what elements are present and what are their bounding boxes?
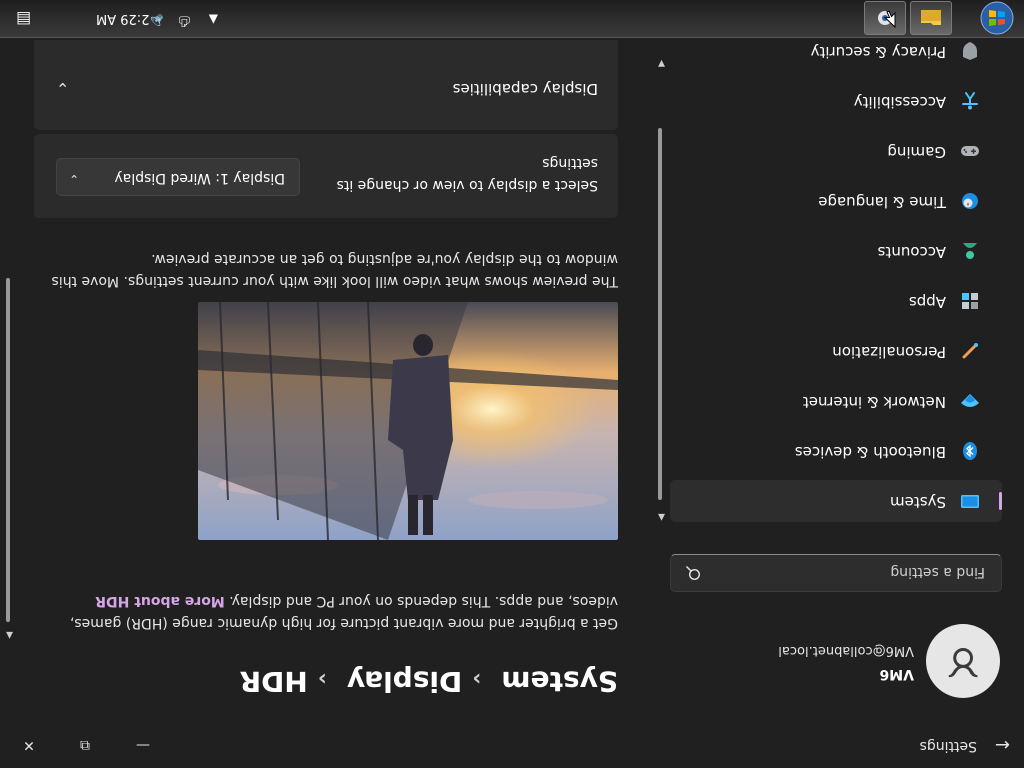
sidebar-item-apps[interactable]: Apps <box>670 280 1002 322</box>
breadcrumb-system[interactable]: System <box>501 665 618 698</box>
chevron-down-icon: ⌄ <box>69 172 80 186</box>
apps-icon <box>962 293 978 309</box>
screen: ← Settings — ⧉ ✕ ♉ VM6 VM6@collabnet.loc… <box>0 0 1024 768</box>
sidebar-item-label: Personalization <box>832 343 946 361</box>
search-input[interactable] <box>713 553 987 591</box>
hdr-description: Get a brighter and more vibrant picture … <box>34 590 618 634</box>
wifi-icon <box>961 394 979 407</box>
sidebar-item-label: Gaming <box>887 143 946 161</box>
select-display-label: Select a display to view or change its s… <box>336 155 598 193</box>
scroll-down-arrow-icon[interactable]: ▼ <box>658 58 665 68</box>
breadcrumb-separator: › <box>317 666 327 691</box>
folder-icon <box>921 10 941 25</box>
back-button[interactable]: ← <box>990 734 1010 755</box>
sidebar-item-label: Network & internet <box>802 393 946 411</box>
display-capabilities-label: Display capabilities <box>452 80 598 98</box>
breadcrumb-display[interactable]: Display <box>347 665 462 698</box>
clock[interactable]: 2:29 AM <box>96 11 149 26</box>
network-icon[interactable]: ⎙ <box>179 13 190 29</box>
scroll-up-arrow-icon[interactable]: ▲ <box>6 630 13 640</box>
person-icon <box>963 243 977 259</box>
search-box[interactable] <box>670 553 1002 592</box>
minimize-button[interactable]: — <box>128 732 158 758</box>
search-icon <box>686 566 701 581</box>
system-tray: ▲ ⎙ 🔈 2:29 AM ▤ <box>0 0 220 37</box>
monitor-icon <box>961 495 979 508</box>
sidebar-item-label: Accounts <box>877 243 946 261</box>
shield-icon <box>963 42 977 60</box>
sidebar-nav: System Bluetooth & devices Network & int… <box>670 22 1002 522</box>
breadcrumb: System › Display › HDR <box>230 665 618 698</box>
taskbar: ▲ ⎙ 🔈 2:29 AM ▤ <box>0 0 1024 38</box>
show-hidden-icons-icon[interactable]: ▲ <box>209 13 218 27</box>
close-button[interactable]: ✕ <box>14 732 44 758</box>
pen-icon <box>962 343 978 359</box>
globe-clock-icon <box>962 193 978 209</box>
title-bar: ← Settings — ⧉ ✕ <box>0 720 1024 768</box>
sidebar-item-gaming[interactable]: Gaming <box>670 130 1002 172</box>
sidebar-item-label: Apps <box>908 293 946 311</box>
sidebar-scrollbar[interactable] <box>658 128 662 500</box>
taskbar-explorer[interactable] <box>910 1 952 35</box>
sidebar-item-accounts[interactable]: Accounts <box>670 230 1002 272</box>
sidebar-item-system[interactable]: System <box>670 480 1002 522</box>
sidebar-item-label: Privacy & security <box>810 43 946 61</box>
sidebar-item-time-language[interactable]: Time & language <box>670 180 1002 222</box>
sidebar-item-network[interactable]: Network & internet <box>670 380 1002 422</box>
breadcrumb-separator: › <box>472 666 482 691</box>
preview-note: The preview shows what video will look l… <box>51 251 619 289</box>
more-about-hdr-link[interactable]: More about HDR <box>95 593 225 609</box>
preview-image <box>198 302 618 540</box>
hdr-preview-video <box>198 302 618 540</box>
bluetooth-icon <box>963 442 977 460</box>
dropdown-value: Display 1: Wired Display <box>114 170 285 186</box>
sidebar-item-bluetooth[interactable]: Bluetooth & devices <box>670 430 1002 472</box>
scroll-up-arrow-icon[interactable]: ▲ <box>658 512 665 522</box>
gamepad-icon <box>961 146 979 156</box>
breadcrumb-hdr: HDR <box>239 665 308 698</box>
user-avatar-icon: ♉ <box>945 638 981 684</box>
app-title: Settings <box>919 738 977 754</box>
select-display-card: Select a display to view or change its s… <box>34 134 618 218</box>
sidebar-item-personalization[interactable]: Personalization <box>670 330 1002 372</box>
sidebar-item-label: System <box>890 493 946 511</box>
windows-start-icon[interactable] <box>976 0 1018 37</box>
main-scrollbar[interactable] <box>6 278 10 622</box>
maximize-button[interactable]: ⧉ <box>70 732 100 758</box>
chevron-down-icon: ⌄ <box>56 79 70 98</box>
active-indicator <box>999 492 1002 510</box>
user-email: VM6@collabnet.local <box>778 643 914 658</box>
display-capabilities-card[interactable]: Display capabilities ⌄ <box>34 40 618 130</box>
user-name: VM6 <box>879 666 914 682</box>
sidebar-item-label: Time & language <box>818 193 946 211</box>
sidebar-item-label: Accessibility <box>853 93 946 111</box>
sidebar-item-label: Bluetooth & devices <box>794 443 946 461</box>
accessibility-icon <box>962 92 978 110</box>
display-dropdown[interactable]: Display 1: Wired Display ⌄ <box>56 158 300 196</box>
avatar[interactable]: ♉ <box>926 624 1000 698</box>
sidebar-item-accessibility[interactable]: Accessibility <box>670 80 1002 122</box>
mouse-cursor-icon <box>884 10 896 28</box>
notification-icon[interactable]: ▤ <box>16 10 31 29</box>
